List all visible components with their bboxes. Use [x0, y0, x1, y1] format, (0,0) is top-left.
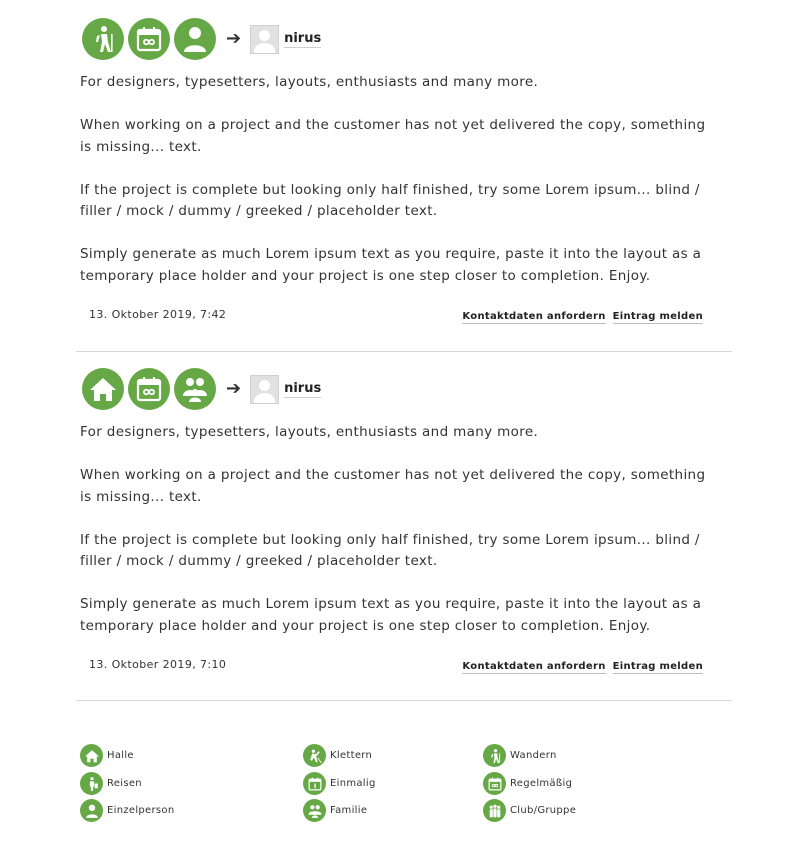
legend-label: Halle [107, 750, 134, 761]
legend-item-reisen: Reisen [80, 772, 142, 795]
arrow-right-icon: ➔ [226, 378, 242, 399]
legend-label: Wandern [510, 750, 557, 761]
post-actions: Kontaktdaten anfordern Eintrag melden [462, 311, 703, 324]
single-person-icon [80, 799, 103, 822]
group-icon [483, 799, 506, 822]
legend-item-familie: Familie [303, 799, 367, 822]
single-person-icon[interactable] [174, 18, 216, 60]
house-icon[interactable] [82, 368, 124, 410]
paragraph: When working on a project and the custom… [80, 467, 706, 505]
traveler-icon [80, 772, 103, 795]
post-entry: ➔ nirus For designers, typesetters, layo… [76, 14, 732, 352]
paragraph: When working on a project and the custom… [80, 117, 706, 155]
legend-item-einzelperson: Einzelperson [80, 799, 175, 822]
paragraph: Simply generate as much Lorem ipsum text… [80, 596, 702, 634]
post-body: For designers, typesetters, layouts, ent… [80, 72, 720, 309]
calendar-infinity-icon[interactable] [128, 368, 170, 410]
house-icon [80, 744, 103, 767]
post-header: ➔ nirus [82, 16, 322, 62]
avatar[interactable] [250, 374, 280, 404]
post-date: 13. Oktober 2019, 7:10 [89, 658, 227, 671]
post-body: For designers, typesetters, layouts, ent… [80, 422, 720, 659]
report-entry-link[interactable]: Eintrag melden [612, 311, 703, 324]
climbing-icon [303, 744, 326, 767]
legend-item-regelmaessig: Regelmäßig [483, 772, 572, 795]
author-link[interactable]: nirus [284, 31, 322, 48]
author-link[interactable]: nirus [284, 381, 322, 398]
calendar-single-icon [303, 772, 326, 795]
family-icon [303, 799, 326, 822]
hiking-icon[interactable] [82, 18, 124, 60]
paragraph: If the project is complete but looking o… [80, 181, 700, 220]
post-date: 13. Oktober 2019, 7:42 [89, 308, 227, 321]
legend-item-halle: Halle [80, 744, 134, 767]
report-entry-link[interactable]: Eintrag melden [612, 661, 703, 674]
arrow-right-icon: ➔ [226, 28, 242, 49]
legend-label: Einmalig [330, 778, 376, 789]
post-entry: ➔ nirus For designers, typesetters, layo… [76, 364, 732, 701]
calendar-infinity-icon[interactable] [128, 18, 170, 60]
avatar[interactable] [250, 24, 280, 54]
legend-item-wandern: Wandern [483, 744, 557, 767]
paragraph: For designers, typesetters, layouts, ent… [80, 74, 539, 90]
request-contact-link[interactable]: Kontaktdaten anfordern [462, 661, 606, 674]
legend-item-klettern: Klettern [303, 744, 372, 767]
calendar-infinity-icon [483, 772, 506, 795]
request-contact-link[interactable]: Kontaktdaten anfordern [462, 311, 606, 324]
post-actions: Kontaktdaten anfordern Eintrag melden [462, 661, 703, 674]
legend-label: Einzelperson [107, 805, 175, 816]
paragraph: For designers, typesetters, layouts, ent… [80, 424, 539, 440]
legend-label: Reisen [107, 778, 142, 789]
legend-item-einmalig: Einmalig [303, 772, 376, 795]
hiking-icon [483, 744, 506, 767]
legend-label: Club/Gruppe [510, 805, 577, 816]
post-header: ➔ nirus [82, 366, 322, 412]
paragraph: If the project is complete but looking o… [80, 531, 700, 570]
paragraph: Simply generate as much Lorem ipsum text… [80, 246, 702, 284]
legend-label: Klettern [330, 750, 373, 761]
legend-item-club: Club/Gruppe [483, 799, 576, 822]
family-icon[interactable] [174, 368, 216, 410]
legend-label: Familie [330, 805, 368, 816]
legend-label: Regelmäßig [510, 778, 573, 789]
